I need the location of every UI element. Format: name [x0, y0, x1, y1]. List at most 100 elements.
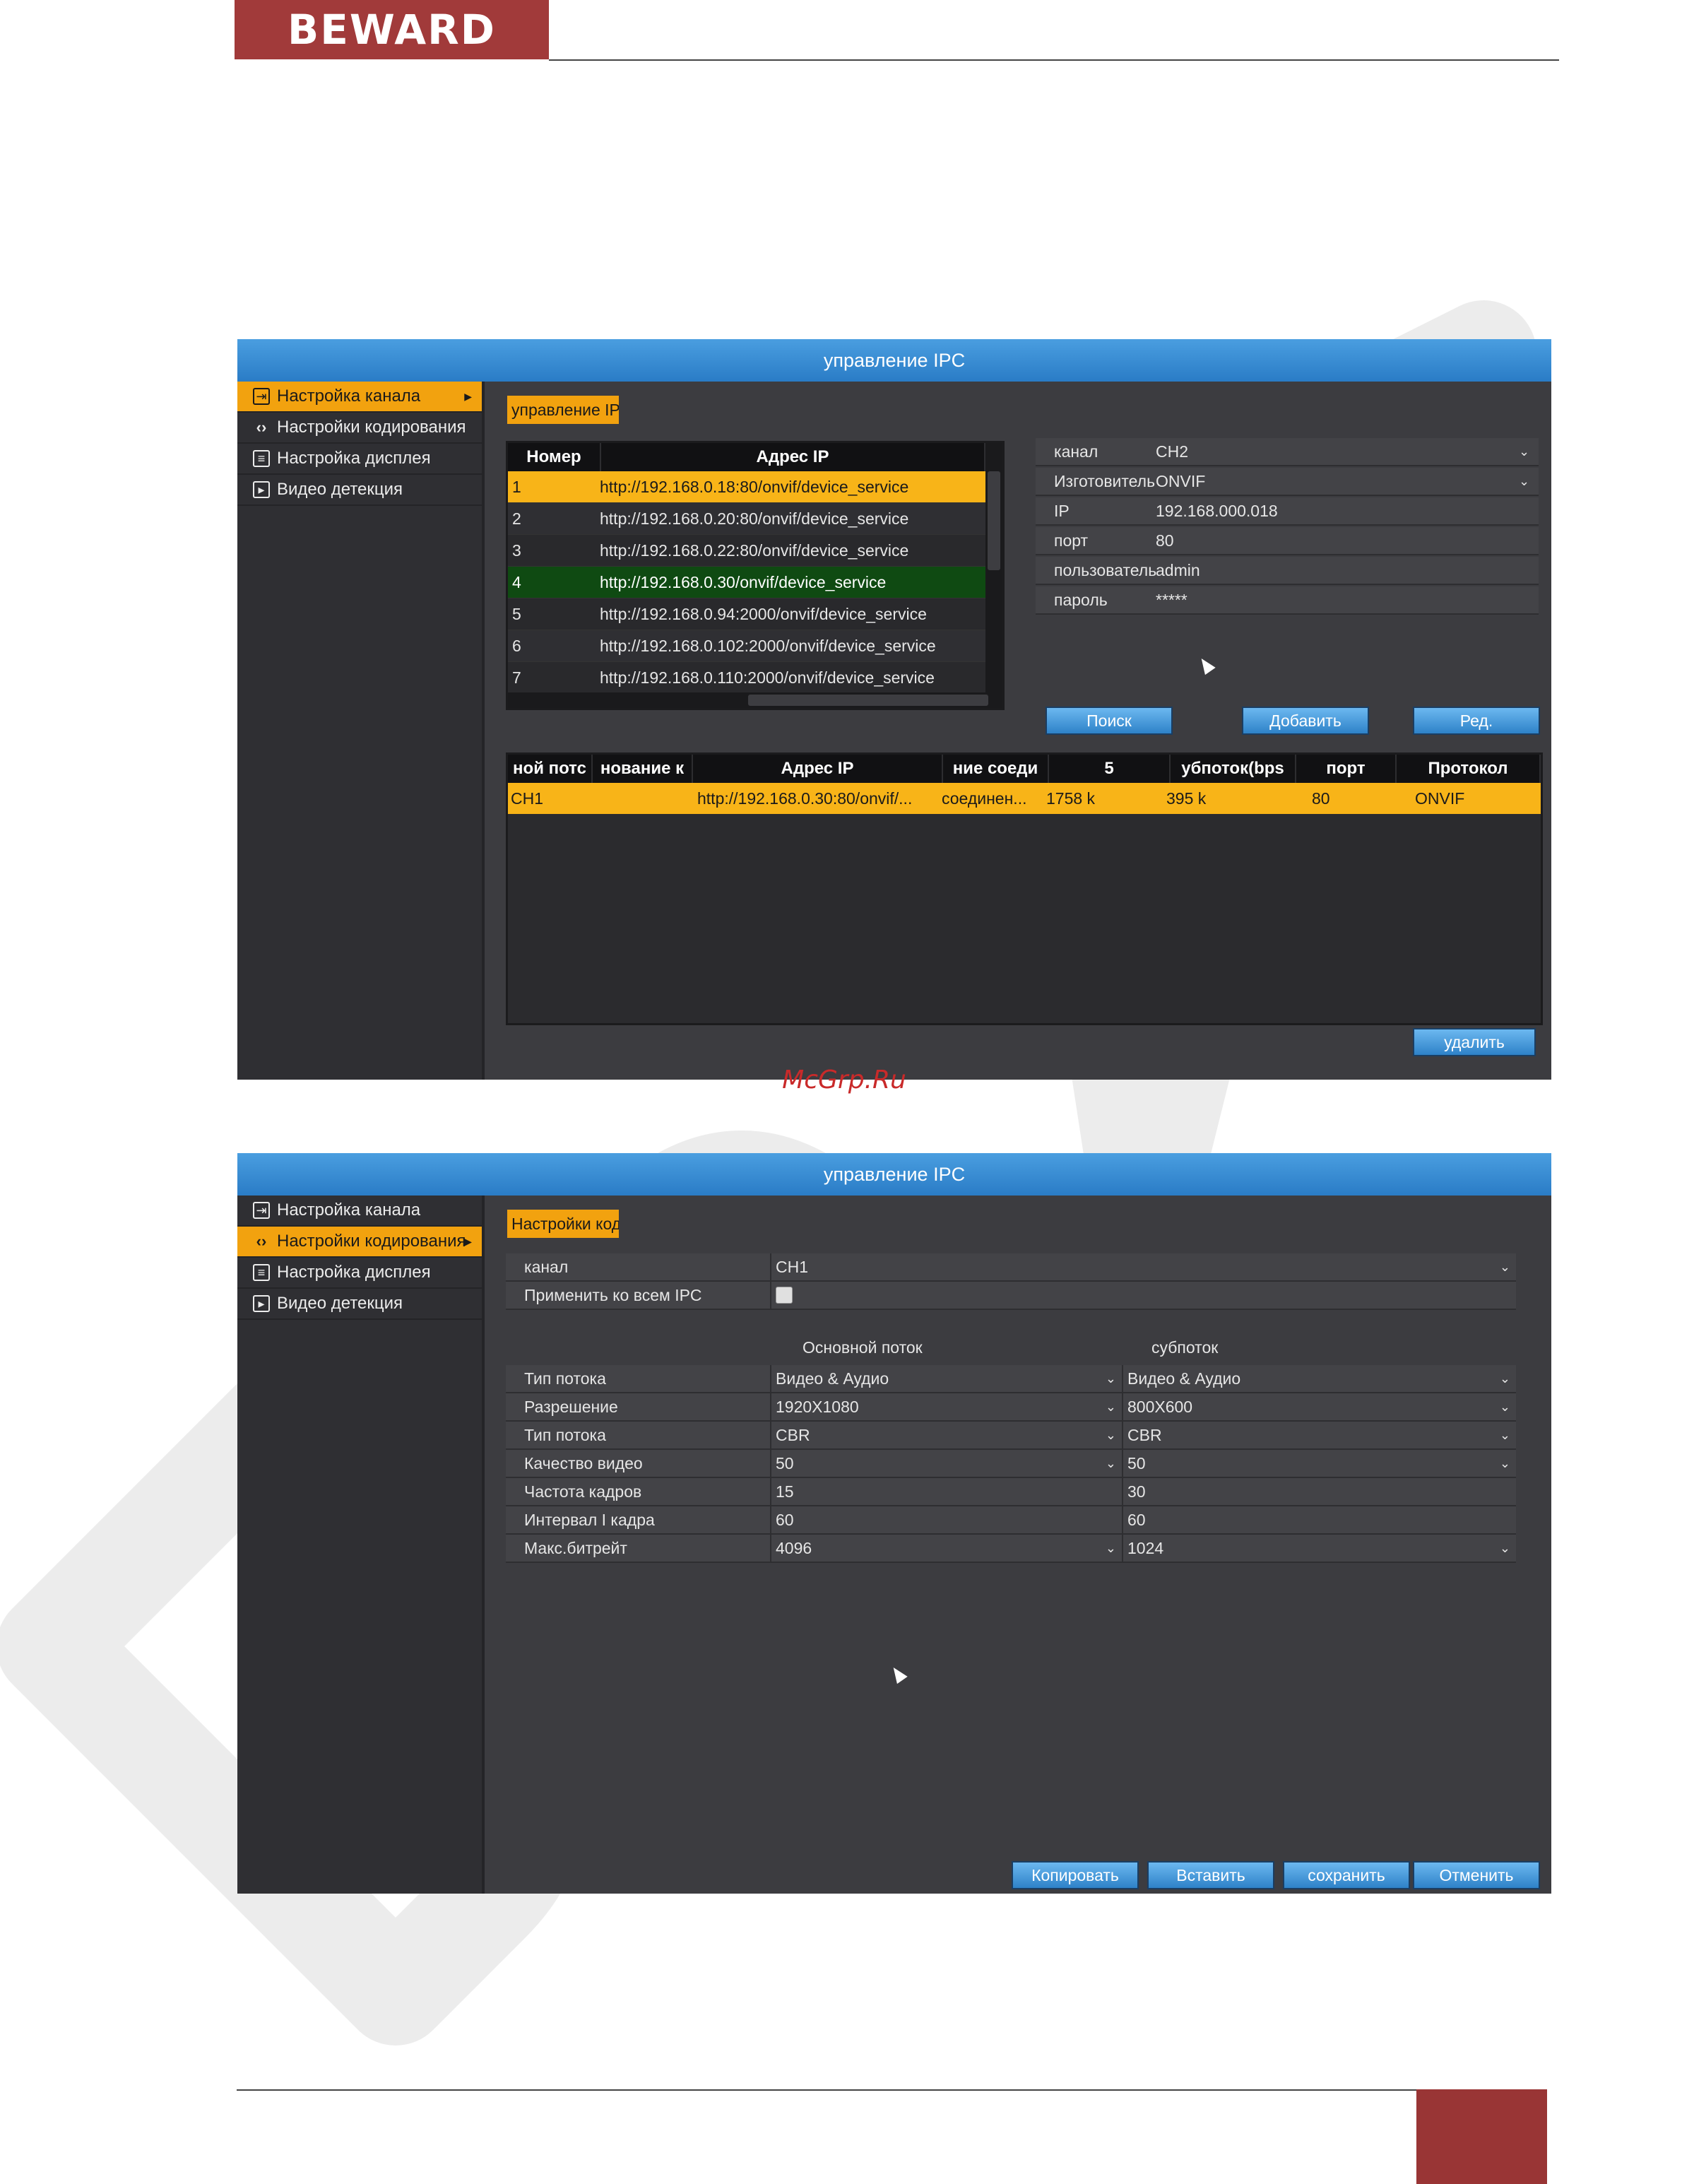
- chevron-down-icon: ⌄: [1105, 1427, 1116, 1442]
- setting-value: Видео & Аудио: [776, 1369, 889, 1388]
- prop-label: IP: [1054, 501, 1070, 520]
- column-header-protocol[interactable]: Протокол: [1397, 755, 1541, 783]
- main-resolution-select[interactable]: 1920X1080 ⌄: [771, 1393, 1123, 1420]
- sub-frame-rate-input[interactable]: 30: [1123, 1478, 1516, 1505]
- sidebar-item-video-detection[interactable]: ▸ Видео детекция: [237, 475, 482, 506]
- display-icon: ≡: [253, 450, 270, 467]
- column-header-ip[interactable]: Адрес IP: [693, 755, 943, 783]
- caret-right-icon: ▶: [464, 1235, 472, 1247]
- chevron-down-icon: ⌄: [1499, 1399, 1510, 1414]
- row-address: http://192.168.0.94:2000/onvif/device_se…: [600, 604, 927, 623]
- table-row[interactable]: CH1 http://192.168.0.30:80/onvif/... сое…: [508, 783, 1541, 814]
- vertical-scrollbar[interactable]: [985, 443, 1002, 708]
- table-row[interactable]: 7 http://192.168.0.110:2000/onvif/device_…: [508, 662, 985, 694]
- apply-all-checkbox[interactable]: [776, 1287, 793, 1304]
- sub-stream-type-select[interactable]: Видео & Аудио ⌄: [1123, 1365, 1516, 1392]
- page-number-box: [1416, 2089, 1547, 2184]
- main-quality-select[interactable]: 50 ⌄: [771, 1450, 1123, 1477]
- bitrate-type-row: Тип потока CBR ⌄ CBR ⌄: [506, 1422, 1516, 1450]
- sub-iframe-interval-input[interactable]: 60: [1123, 1506, 1516, 1533]
- ipc-rows: 1 http://192.168.0.18:80/onvif/device_ser…: [508, 471, 985, 708]
- table-row[interactable]: 2 http://192.168.0.20:80/onvif/device_ser…: [508, 503, 985, 535]
- column-header-substream[interactable]: убпоток(bps: [1171, 755, 1296, 783]
- column-header-ip[interactable]: Адрес IP: [601, 443, 985, 471]
- sidebar-item-label: Настройка канала: [277, 386, 421, 406]
- iframe-interval-row: Интервал I кадра 60 60: [506, 1506, 1516, 1535]
- column-header-number[interactable]: Номер: [508, 443, 601, 471]
- prop-manufacturer[interactable]: Изготовитель ONVIF ⌄: [1036, 468, 1539, 496]
- sidebar-item-label: Настройка канала: [277, 1200, 421, 1220]
- table-row[interactable]: 1 http://192.168.0.18:80/onvif/device_ser…: [508, 471, 985, 503]
- display-icon: ≡: [253, 1264, 270, 1281]
- table-row[interactable]: 6 http://192.168.0.102:2000/onvif/device_…: [508, 630, 985, 662]
- prop-value: ONVIF: [1156, 471, 1206, 490]
- prop-port[interactable]: порт 80: [1036, 527, 1539, 555]
- sub-bitrate-type-select[interactable]: CBR ⌄: [1123, 1422, 1516, 1448]
- save-button[interactable]: сохранить: [1283, 1861, 1410, 1889]
- table-row[interactable]: 5 http://192.168.0.94:2000/onvif/device_s…: [508, 598, 985, 630]
- main-max-bitrate-select[interactable]: 4096 ⌄: [771, 1535, 1123, 1562]
- scrollbar-thumb[interactable]: [748, 695, 988, 706]
- channel-row[interactable]: канал CH1 ⌄: [506, 1253, 1516, 1282]
- sidebar-item-label: Настройка дисплея: [277, 1263, 431, 1282]
- row-number: 7: [512, 668, 521, 687]
- paste-button[interactable]: Вставить: [1147, 1861, 1274, 1889]
- apply-all-row[interactable]: Применить ко всем IPC: [506, 1282, 1516, 1310]
- prop-password[interactable]: пароль *****: [1036, 586, 1539, 615]
- main-frame-rate-input[interactable]: 15: [771, 1478, 1123, 1505]
- sidebar-item-encoding-settings[interactable]: ‹› Настройки кодирования ▶: [237, 1227, 482, 1258]
- edit-button[interactable]: Ред.: [1413, 707, 1540, 735]
- sidebar-item-video-detection[interactable]: ▸ Видео детекция: [237, 1289, 482, 1320]
- ipc-management-screen: управление IPC ⇥ Настройка канала ▶ ‹› Н…: [237, 339, 1551, 1080]
- stream-type-row: Тип потока Видео & Аудио ⌄ Видео & Аудио ⌄: [506, 1365, 1516, 1393]
- sidebar-item-display-settings[interactable]: ≡ Настройка дисплея: [237, 1258, 482, 1289]
- row-number: 6: [512, 636, 521, 655]
- main-stream-type-select[interactable]: Видео & Аудио ⌄: [771, 1365, 1123, 1392]
- ipc-list-header: Номер Адрес IP: [508, 443, 1002, 471]
- table-row[interactable]: 4 http://192.168.0.30/onvif/device_servic…: [508, 567, 985, 598]
- column-header-main-stream[interactable]: 5: [1049, 755, 1171, 783]
- prop-ip[interactable]: IP 192.168.000.018: [1036, 497, 1539, 526]
- cancel-button[interactable]: Отменить: [1413, 1861, 1540, 1889]
- sidebar-item-channel-settings[interactable]: ⇥ Настройка канала ▶: [237, 382, 482, 413]
- sidebar-item-encoding-settings[interactable]: ‹› Настройки кодирования: [237, 413, 482, 444]
- scrollbar-thumb[interactable]: [988, 471, 1000, 570]
- cell-connection: соединен...: [942, 789, 1027, 808]
- prop-value: *****: [1156, 590, 1188, 609]
- source-watermark: McGrp.Ru: [782, 1066, 906, 1094]
- tab-encoding-settings[interactable]: Настройки кодирования: [507, 1210, 619, 1238]
- table-row[interactable]: 3 http://192.168.0.22:80/onvif/device_ser…: [508, 535, 985, 567]
- login-icon: ⇥: [253, 1202, 270, 1219]
- column-header-connection[interactable]: ние соеди: [943, 755, 1049, 783]
- sub-quality-select[interactable]: 50 ⌄: [1123, 1450, 1516, 1477]
- sub-max-bitrate-select[interactable]: 1024 ⌄: [1123, 1535, 1516, 1562]
- sub-resolution-select[interactable]: 800X600 ⌄: [1123, 1393, 1516, 1420]
- channel-label: канал: [506, 1253, 771, 1280]
- setting-label: Качество видео: [506, 1450, 771, 1477]
- prop-channel[interactable]: канал CH2 ⌄: [1036, 438, 1539, 466]
- horizontal-scrollbar[interactable]: [508, 692, 1002, 708]
- tab-ipc-management[interactable]: управление IPC: [507, 396, 619, 424]
- prop-value: 80: [1156, 531, 1174, 550]
- cell-protocol: ONVIF: [1415, 789, 1465, 808]
- add-button[interactable]: Добавить: [1242, 707, 1369, 735]
- sidebar-item-channel-settings[interactable]: ⇥ Настройка канала: [237, 1196, 482, 1227]
- channel-select[interactable]: CH1 ⌄: [771, 1253, 1516, 1280]
- main-iframe-interval-input[interactable]: 60: [771, 1506, 1123, 1533]
- chevron-down-icon: ⌄: [1105, 1540, 1116, 1555]
- prop-user[interactable]: пользователь admin: [1036, 557, 1539, 585]
- column-header-channel[interactable]: ной потс: [508, 755, 593, 783]
- delete-button[interactable]: удалить: [1413, 1028, 1536, 1056]
- setting-value: Видео & Аудио: [1127, 1369, 1241, 1388]
- column-header-name[interactable]: нование к: [593, 755, 693, 783]
- ipc-device-list: Номер Адрес IP 1 http://192.168.0.18:80/o…: [506, 441, 1005, 710]
- copy-button[interactable]: Копировать: [1012, 1861, 1139, 1889]
- resolution-row: Разрешение 1920X1080 ⌄ 800X600 ⌄: [506, 1393, 1516, 1422]
- setting-value: 4096: [776, 1538, 812, 1557]
- apply-all-cell: [771, 1282, 1516, 1309]
- main-bitrate-type-select[interactable]: CBR ⌄: [771, 1422, 1123, 1448]
- sidebar-item-display-settings[interactable]: ≡ Настройка дисплея: [237, 444, 482, 475]
- footer-rule: [237, 2089, 1416, 2091]
- column-header-port[interactable]: порт: [1296, 755, 1397, 783]
- search-button[interactable]: Поиск: [1046, 707, 1173, 735]
